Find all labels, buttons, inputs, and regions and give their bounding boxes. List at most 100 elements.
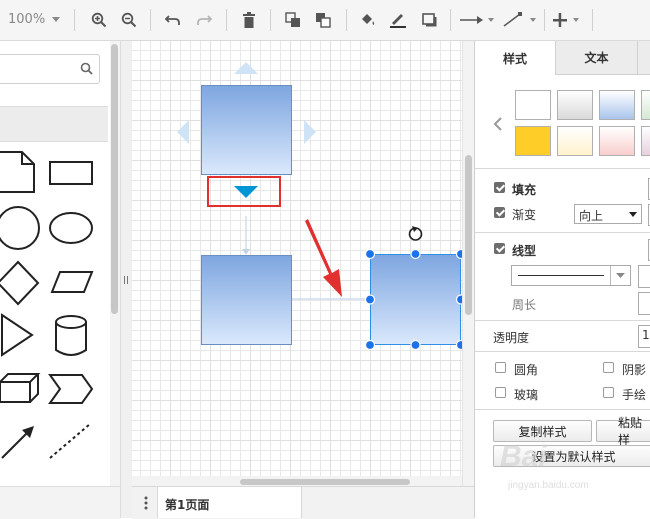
fill-color-button[interactable] (356, 8, 380, 32)
swatch-orange[interactable] (515, 126, 551, 156)
page-tab[interactable]: 第1页面 (157, 487, 302, 518)
undo-button[interactable] (162, 8, 184, 32)
connection-style-dropdown[interactable] (458, 8, 498, 32)
resize-handle-w[interactable] (364, 294, 376, 305)
swatch-green[interactable] (641, 90, 650, 120)
paste-style-label: 粘贴样 (618, 416, 643, 447)
fill-checkbox[interactable] (494, 182, 505, 193)
shadow-button[interactable] (418, 8, 442, 32)
toolbar-divider (74, 9, 75, 31)
tab-arrange[interactable] (637, 41, 650, 75)
resize-handle-sw[interactable] (364, 339, 376, 351)
zoom-dropdown[interactable]: 100% (8, 12, 61, 27)
diamond-shape[interactable] (0, 260, 40, 306)
toolbar: 100% (0, 0, 650, 41)
parallelogram-shape[interactable] (50, 271, 94, 293)
hover-arrow-right-icon[interactable] (304, 120, 316, 144)
zoom-value: 100% (8, 12, 46, 27)
swatch-gray[interactable] (557, 90, 593, 120)
hover-arrow-left-icon[interactable] (177, 120, 189, 144)
resize-handle-n[interactable] (410, 248, 421, 260)
chevron-left-icon[interactable] (493, 117, 503, 131)
perimeter-input[interactable] (638, 292, 650, 315)
to-back-button[interactable] (312, 8, 334, 32)
shadow-checkbox[interactable] (603, 362, 614, 373)
canvas-horizontal-scrollbar-thumb[interactable] (240, 479, 410, 485)
gradient-checkbox[interactable] (494, 207, 505, 218)
library-footer (0, 486, 120, 519)
diagram-shape-middle[interactable] (201, 255, 292, 345)
tab-text[interactable]: 文本 (555, 41, 637, 75)
red-pointer-arrow-icon (305, 219, 342, 297)
library-scrollbar-thumb[interactable] (111, 44, 118, 314)
drag-handle-icon (124, 276, 128, 284)
set-default-style-button[interactable]: 设置为默认样式 (493, 445, 650, 467)
page-menu-icon[interactable] (144, 496, 148, 510)
diagram-shape-top[interactable] (201, 85, 292, 175)
insert-dropdown[interactable] (550, 8, 586, 32)
chevron-down-icon (629, 212, 637, 217)
canvas-vertical-scrollbar-thumb[interactable] (465, 155, 472, 315)
swatch-blue[interactable] (599, 90, 635, 120)
note-shape[interactable] (0, 151, 35, 193)
copy-style-button[interactable]: 复制样式 (493, 420, 592, 442)
glass-checkbox[interactable] (495, 387, 506, 398)
redo-button[interactable] (193, 8, 215, 32)
dashed-line-shape[interactable] (49, 423, 91, 459)
fill-label: 填充 (512, 183, 537, 197)
cube-shape[interactable] (0, 373, 41, 403)
gradient-direction-value: 向上 (579, 209, 604, 223)
glass-label: 玻璃 (514, 388, 539, 402)
swatch-white[interactable] (515, 90, 551, 120)
divider (475, 232, 650, 233)
resize-handle-nw[interactable] (364, 248, 376, 260)
waypoint-dropdown[interactable] (500, 8, 540, 32)
tab-style[interactable]: 样式 (475, 41, 555, 75)
rounded-label: 圆角 (514, 363, 539, 377)
shape-search-input[interactable] (0, 54, 100, 84)
circle-shape[interactable] (0, 206, 40, 250)
gradient-direction-select[interactable]: 向上 (574, 204, 642, 224)
perimeter-label: 周长 (512, 298, 537, 312)
line-width-input[interactable] (638, 265, 650, 288)
zoom-in-icon (91, 12, 107, 28)
rotate-handle-icon[interactable] (408, 226, 423, 241)
diagonal-line-icon (503, 12, 536, 27)
triangle-shape[interactable] (0, 313, 34, 357)
line-checkbox[interactable] (494, 243, 505, 254)
resize-handle-s[interactable] (410, 339, 421, 351)
zoom-out-button[interactable] (118, 8, 140, 32)
shadow-icon (422, 13, 437, 27)
pencil-icon (390, 14, 406, 28)
cylinder-shape[interactable] (55, 315, 87, 356)
swatch-red[interactable] (599, 126, 635, 156)
line-color-button[interactable] (386, 8, 410, 32)
line-label: 线型 (512, 244, 537, 258)
swatch-yellow[interactable] (557, 126, 593, 156)
opacity-input[interactable]: 1 (638, 325, 650, 348)
opacity-value: 1 (642, 328, 650, 342)
opacity-label: 透明度 (493, 331, 530, 345)
hover-arrow-up-icon[interactable] (234, 62, 258, 74)
delete-button[interactable] (238, 8, 260, 32)
step-shape[interactable] (48, 374, 94, 404)
divider (475, 351, 650, 352)
line-pattern-select[interactable] (511, 265, 631, 286)
set-default-style-label: 设置为默认样式 (531, 449, 616, 464)
toolbar-divider (150, 9, 151, 31)
tab-text-label: 文本 (584, 51, 609, 65)
zoom-in-button[interactable] (88, 8, 110, 32)
arrow-line-shape[interactable] (1, 426, 34, 459)
redo-icon (197, 15, 212, 25)
rounded-checkbox[interactable] (495, 362, 506, 373)
hover-arrow-down-icon[interactable] (234, 186, 258, 200)
rectangle-shape[interactable] (49, 161, 93, 185)
toolbar-divider (544, 9, 545, 31)
library-section-header[interactable] (0, 106, 108, 142)
bring-to-front-icon (285, 12, 300, 27)
sketch-checkbox[interactable] (603, 387, 614, 398)
swatch-purple[interactable] (641, 126, 650, 156)
paste-style-button[interactable]: 粘贴样 (596, 416, 650, 447)
to-front-button[interactable] (282, 8, 304, 32)
ellipse-shape[interactable] (49, 212, 93, 244)
